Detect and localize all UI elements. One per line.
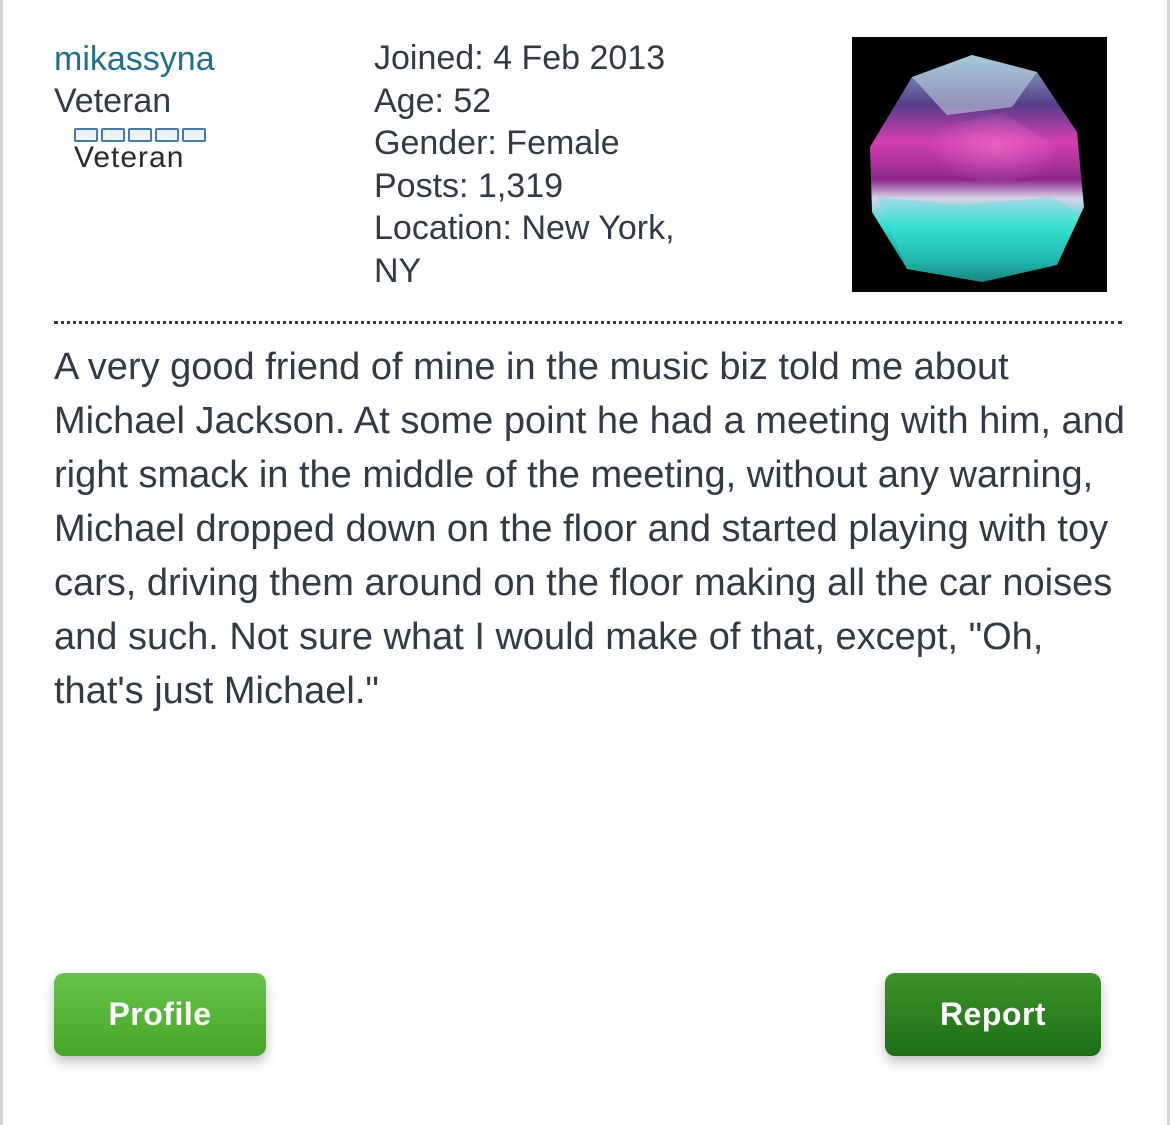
info-posts: Posts: 1,319 <box>374 166 564 205</box>
crystal-mineral-icon <box>852 37 1107 292</box>
author-title: Veteran <box>54 82 172 120</box>
author-username[interactable]: mikassyna <box>54 38 215 80</box>
rank-box <box>155 128 179 142</box>
post-body: A very good friend of mine in the music … <box>54 346 1125 712</box>
author-block: mikassyna Veteran Veteran <box>54 38 215 174</box>
avatar[interactable] <box>852 37 1107 292</box>
rank-box <box>182 128 206 142</box>
post-divider <box>54 321 1122 324</box>
rank-box <box>128 128 152 142</box>
info-joined: Joined: 4 Feb 2013 <box>374 39 666 77</box>
rank-box <box>101 128 125 142</box>
rank-badge: Veteran <box>74 128 244 174</box>
rank-boxes-icon <box>74 128 244 142</box>
forum-post: mikassyna Veteran Veteran Joined: 4 Feb … <box>0 0 1170 1125</box>
author-info: Joined: 4 Feb 2013 Age: 52 Gender: Femal… <box>374 37 734 292</box>
rank-label: Veteran <box>74 141 185 174</box>
info-location-cont: NY <box>374 251 422 290</box>
info-location: Location: New York, <box>374 209 675 247</box>
info-age: Age: 52 <box>374 81 492 120</box>
report-button[interactable]: Report <box>885 973 1101 1056</box>
info-gender: Gender: Female <box>374 124 620 162</box>
profile-button[interactable]: Profile <box>54 973 266 1056</box>
rank-box <box>74 128 98 142</box>
